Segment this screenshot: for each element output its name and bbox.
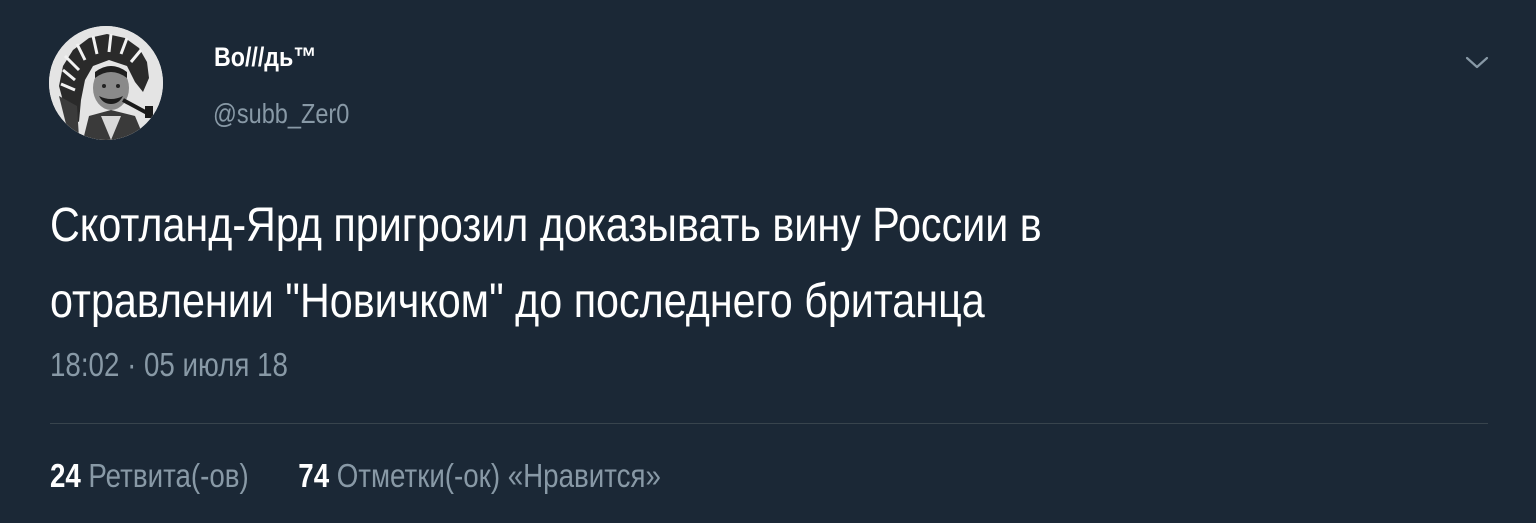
display-name[interactable]: Во///дь™ [214, 42, 317, 73]
like-label: Отметки(-ок) «Нравится» [336, 457, 661, 494]
tweet-text-line: Скотланд-Ярд пригрозил доказывать вину Р… [50, 199, 1042, 252]
retweet-count: 24 [50, 457, 81, 494]
tweet-stats: 24 Ретвита(-ов) 74 Отметки(-ок) «Нравится» [50, 457, 661, 495]
tweet-card: Во///дь™ @subb_Zer0 Скотланд-Ярд пригроз… [0, 0, 1536, 523]
avatar[interactable] [49, 26, 163, 140]
avatar-portrait-image [49, 26, 163, 140]
divider [50, 423, 1488, 424]
tweet-text-line: отравлении "Новичком" до последнего брит… [50, 275, 985, 328]
tweet-timestamp[interactable]: 18:02 · 05 июля 18 [50, 346, 288, 384]
tweet-text: Скотланд-Ярд пригрозил доказывать вину Р… [50, 188, 1288, 340]
chevron-down-icon[interactable] [1463, 52, 1491, 72]
retweets-stat[interactable]: 24 Ретвита(-ов) [50, 457, 249, 495]
retweet-label: Ретвита(-ов) [88, 457, 249, 494]
likes-stat[interactable]: 74 Отметки(-ок) «Нравится» [298, 457, 661, 495]
like-count: 74 [298, 457, 330, 494]
user-handle[interactable]: @subb_Zer0 [213, 98, 349, 130]
